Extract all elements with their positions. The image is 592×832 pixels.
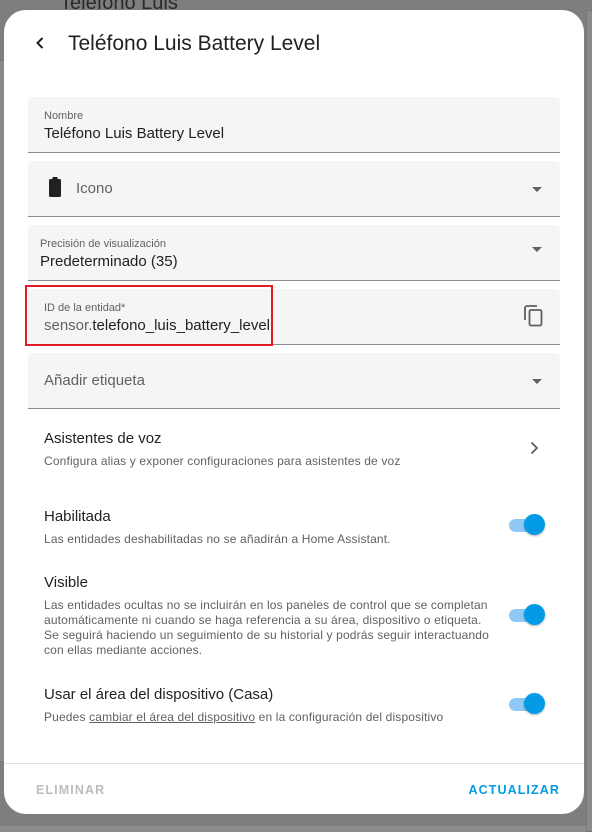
visible-toggle[interactable] [507, 603, 545, 627]
change-device-area-link[interactable]: cambiar el área del dispositivo [89, 710, 255, 724]
visible-title: Visible [44, 574, 88, 591]
name-value[interactable]: Teléfono Luis Battery Level [44, 125, 224, 142]
voice-assistants-title: Asistentes de voz [44, 430, 162, 447]
footer-divider [4, 763, 584, 764]
update-button[interactable]: ACTUALIZAR [468, 783, 560, 797]
chevron-down-icon [532, 378, 542, 384]
entity-id-text: telefono_luis_battery_level [92, 317, 270, 334]
dialog-header: Teléfono Luis Battery Level [4, 10, 584, 80]
background-card-right [586, 10, 592, 832]
dialog-title: Teléfono Luis Battery Level [68, 32, 321, 55]
label-placeholder: Añadir etiqueta [44, 372, 145, 389]
device-area-desc-after: en la configuración del dispositivo [255, 710, 444, 724]
chevron-down-icon [532, 246, 542, 252]
display-precision-select[interactable]: Precisión de visualización Predeterminad… [28, 225, 560, 281]
device-area-toggle[interactable] [507, 692, 545, 716]
chevron-down-icon [532, 186, 542, 192]
delete-button[interactable]: ELIMINAR [36, 783, 105, 797]
entity-id-label: ID de la entidad* [44, 302, 126, 314]
enabled-toggle[interactable] [507, 513, 545, 537]
device-area-toggle-knob [524, 693, 545, 714]
enabled-title: Habilitada [44, 508, 111, 525]
chevron-right-icon[interactable] [528, 441, 540, 455]
icon-picker[interactable]: Icono [28, 161, 560, 217]
entity-id-value[interactable]: sensor.telefono_luis_battery_level [44, 317, 270, 334]
battery-icon [49, 177, 61, 197]
enabled-setting: Habilitada Las entidades deshabilitadas … [44, 508, 484, 547]
visible-setting: Visible Las entidades ocultas no se incl… [44, 574, 492, 658]
name-label: Nombre [44, 110, 84, 122]
copy-button[interactable] [524, 305, 546, 327]
label-picker[interactable]: Añadir etiqueta [28, 353, 560, 409]
precision-label: Precisión de visualización [40, 238, 166, 250]
entity-settings-dialog: Teléfono Luis Battery Level Nombre Teléf… [4, 10, 584, 814]
back-button[interactable] [26, 29, 54, 57]
enabled-toggle-knob [524, 514, 545, 535]
entity-id-field[interactable]: ID de la entidad* sensor.telefono_luis_b… [28, 289, 560, 345]
visible-description: Las entidades ocultas no se incluirán en… [44, 598, 489, 657]
device-area-title: Usar el área del dispositivo (Casa) [44, 686, 274, 703]
device-area-setting: Usar el área del dispositivo (Casa) Pued… [44, 686, 492, 725]
copy-icon [524, 305, 543, 327]
voice-assistants-description: Configura alias y exponer configuracione… [44, 454, 401, 468]
enabled-description: Las entidades deshabilitadas no se añadi… [44, 532, 391, 546]
voice-assistants-row[interactable]: Asistentes de voz Configura alias y expo… [44, 430, 544, 469]
entity-id-prefix: sensor. [44, 317, 93, 334]
precision-value: Predeterminado (35) [40, 253, 178, 270]
chevron-left-icon [36, 37, 44, 49]
device-area-description: Puedes cambiar el área del dispositivo e… [44, 710, 492, 725]
device-area-desc-before: Puedes [44, 710, 90, 724]
icon-placeholder: Icono [76, 180, 113, 197]
visible-toggle-knob [524, 604, 545, 625]
name-field[interactable]: Nombre Teléfono Luis Battery Level [28, 97, 560, 153]
